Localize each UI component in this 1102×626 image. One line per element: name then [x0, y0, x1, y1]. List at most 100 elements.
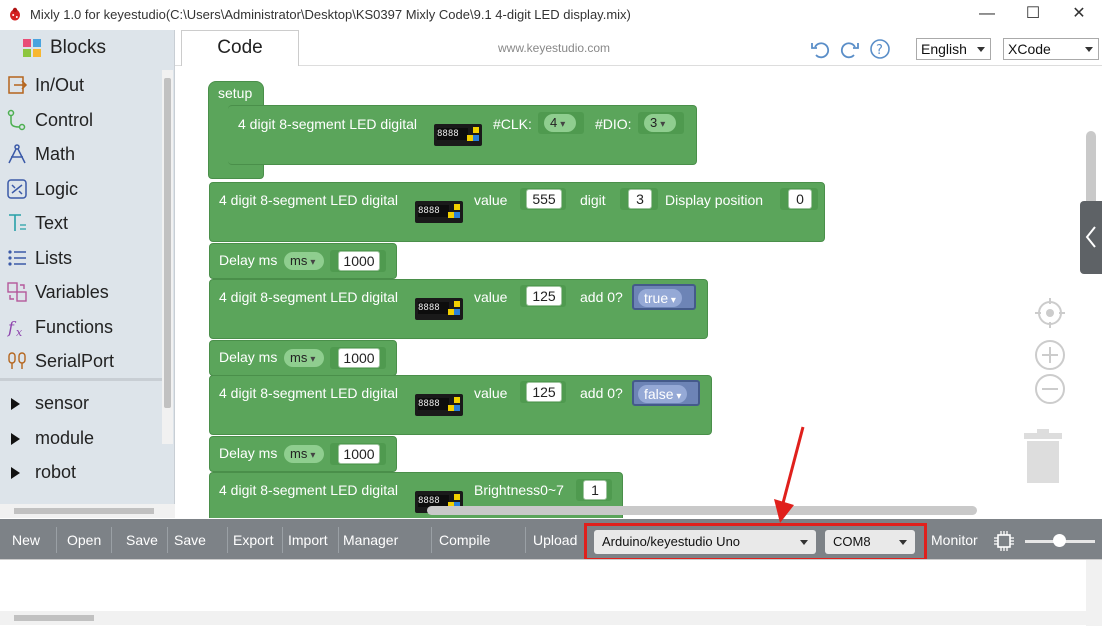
variables-icon: [7, 282, 27, 302]
add-zero-label: add 0?: [580, 289, 623, 305]
workspace-vertical-scrollbar[interactable]: [1086, 131, 1096, 211]
output-console[interactable]: [0, 559, 1102, 626]
value-input[interactable]: 555: [526, 189, 562, 209]
category-label: SerialPort: [35, 351, 115, 371]
monitor-button[interactable]: Monitor: [931, 527, 987, 553]
console-horizontal-scrollbar[interactable]: [0, 611, 1086, 625]
import-button[interactable]: Import: [288, 527, 339, 553]
value-label: value: [474, 192, 508, 208]
boolean-block[interactable]: false: [632, 380, 700, 406]
delay-unit-dropdown[interactable]: ms: [284, 349, 324, 367]
delay-input[interactable]: 1000: [338, 251, 380, 271]
upload-button[interactable]: Upload: [533, 527, 583, 553]
block-label: Delay ms: [219, 252, 278, 268]
compile-button[interactable]: Compile: [439, 527, 526, 553]
led-display-number-block[interactable]: 4 digit 8-segment LED digital 8888 value…: [209, 182, 825, 242]
in-out-icon: [8, 76, 28, 94]
undo-icon[interactable]: [809, 38, 831, 60]
save-as-button[interactable]: Save as: [174, 527, 228, 574]
workspace-horizontal-scrollbar[interactable]: [427, 506, 977, 515]
toolbox-horizontal-scrollbar[interactable]: [0, 504, 175, 518]
blocks-label: Blocks: [50, 37, 106, 58]
save-button[interactable]: Save: [126, 527, 168, 553]
chip-icon[interactable]: [993, 530, 1015, 552]
brightness-input[interactable]: 1: [583, 480, 607, 500]
category-separator: [0, 378, 162, 381]
led-display-value-block[interactable]: 4 digit 8-segment LED digital 8888 value…: [209, 279, 708, 339]
theme-select[interactable]: XCode: [1003, 38, 1099, 60]
boolean-block[interactable]: true: [632, 284, 696, 310]
manager-button[interactable]: Manager: [343, 527, 432, 553]
language-select[interactable]: English: [916, 38, 991, 60]
category-text[interactable]: Text: [0, 206, 162, 240]
block-label: 4 digit 8-segment LED digital: [219, 192, 398, 208]
help-icon[interactable]: ?: [869, 38, 891, 60]
zoom-out-icon[interactable]: [1034, 373, 1066, 405]
open-button[interactable]: Open: [67, 527, 112, 553]
category-serialport[interactable]: SerialPort: [0, 344, 162, 378]
category-in-out[interactable]: In/Out: [0, 68, 162, 102]
console-vertical-scrollbar[interactable]: [1086, 560, 1102, 626]
toolbox-vertical-scrollbar[interactable]: [162, 70, 173, 444]
site-link[interactable]: www.keyestudio.com: [498, 41, 610, 55]
category-label: sensor: [35, 393, 90, 413]
position-input[interactable]: 0: [788, 189, 812, 209]
dio-dropdown[interactable]: 3: [644, 114, 676, 132]
category-label: Control: [35, 110, 94, 130]
export-button[interactable]: Export: [233, 527, 283, 553]
boolean-dropdown[interactable]: true: [638, 289, 682, 307]
category-sensor[interactable]: sensor: [0, 386, 162, 420]
value-slot: 125: [520, 381, 566, 403]
list-icon: [8, 250, 26, 266]
digit-input[interactable]: 3: [628, 189, 652, 209]
position-label: Display position: [665, 192, 764, 208]
category-label: Variables: [35, 282, 109, 302]
digit-slot: 3: [620, 188, 658, 210]
slider-thumb[interactable]: [1053, 534, 1066, 547]
value-input[interactable]: 125: [526, 382, 562, 402]
zoom-in-icon[interactable]: [1034, 339, 1066, 371]
category-functions[interactable]: fx Functions: [0, 310, 162, 344]
clk-dropdown[interactable]: 4: [544, 114, 576, 132]
value-label: value: [474, 385, 508, 401]
expand-triangle-icon: [11, 467, 20, 479]
led-display-value-block[interactable]: 4 digit 8-segment LED digital 8888 value…: [209, 375, 712, 435]
title-bar: Mixly 1.0 for keyestudio(C:\Users\Admini…: [0, 0, 1102, 30]
trash-icon[interactable]: [1022, 429, 1064, 485]
led-module-image: 8888: [415, 201, 463, 223]
workspace-topbar: Code www.keyestudio.com ? English XCode: [175, 30, 1102, 66]
redo-icon[interactable]: [839, 38, 861, 60]
led-init-block[interactable]: 4 digit 8-segment LED digital 8888 #CLK:…: [228, 105, 697, 165]
category-lists[interactable]: Lists: [0, 241, 162, 275]
delay-block[interactable]: Delay ms ms 1000: [209, 340, 397, 376]
dio-label: #DIO:: [595, 116, 632, 132]
delay-input[interactable]: 1000: [338, 348, 380, 368]
category-module[interactable]: module: [0, 421, 162, 455]
text-icon: [9, 214, 26, 231]
collapse-panel-button[interactable]: [1080, 201, 1102, 274]
delay-block[interactable]: Delay ms ms 1000: [209, 243, 397, 279]
control-flow-icon: [7, 109, 26, 131]
tab-code[interactable]: Code: [181, 30, 299, 66]
block-label: Delay ms: [219, 445, 278, 461]
delay-input[interactable]: 1000: [338, 444, 380, 464]
close-button[interactable]: ✕: [1056, 0, 1102, 30]
value-input[interactable]: 125: [526, 286, 562, 306]
maximize-button[interactable]: ☐: [1010, 0, 1056, 30]
new-button[interactable]: New: [12, 527, 57, 553]
block-workspace[interactable]: setup 4 digit 8-segment LED digital 8888…: [176, 67, 1102, 518]
category-control[interactable]: Control: [0, 103, 162, 137]
mixly-window: Mixly 1.0 for keyestudio(C:\Users\Admini…: [0, 0, 1102, 626]
boolean-dropdown[interactable]: false: [638, 385, 688, 403]
category-label: Math: [35, 144, 76, 164]
delay-block[interactable]: Delay ms ms 1000: [209, 436, 397, 472]
category-variables[interactable]: Variables: [0, 275, 162, 309]
delay-unit-dropdown[interactable]: ms: [284, 252, 324, 270]
center-target-icon[interactable]: [1034, 297, 1066, 329]
minimize-button[interactable]: —: [964, 0, 1010, 30]
setup-label: setup: [218, 85, 253, 101]
category-math[interactable]: Math: [0, 137, 162, 171]
category-logic[interactable]: Logic: [0, 172, 162, 206]
delay-unit-dropdown[interactable]: ms: [284, 445, 324, 463]
category-robot[interactable]: robot: [0, 455, 162, 489]
